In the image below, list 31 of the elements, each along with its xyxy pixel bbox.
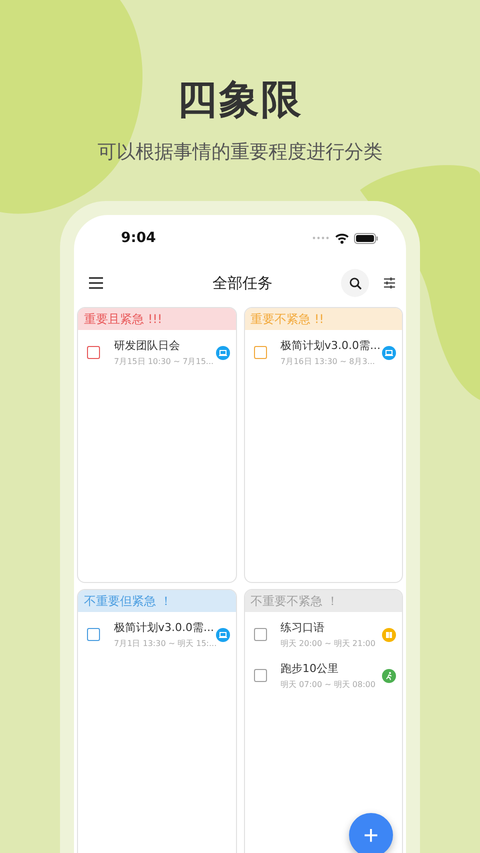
task-checkbox[interactable] (87, 346, 100, 359)
filter-button[interactable] (383, 277, 396, 289)
headline: 四象限 (177, 76, 303, 125)
nav-title: 全部任务 (212, 274, 274, 292)
task-checkbox[interactable] (254, 346, 266, 359)
menu-button[interactable] (88, 277, 104, 289)
task-checkbox[interactable] (254, 628, 266, 641)
task-title: 练习口语 (280, 620, 326, 635)
task-title: 研发团队日会 (114, 338, 181, 353)
wifi-icon (335, 232, 349, 244)
task-time: 7月16日 13:30 ~ 8月3... (280, 356, 376, 367)
quadrant-header: 不重要但紧急 ！ (78, 590, 236, 612)
task-time: 明天 20:00 ~ 明天 21:00 (280, 638, 376, 649)
task-checkbox[interactable] (254, 669, 266, 682)
quadrant-header: 重要且紧急 !!! (78, 308, 236, 330)
task-title: 极简计划v3.0.0需... (280, 338, 379, 353)
signal-icon (312, 236, 330, 240)
task-title: 极简计划v3.0.0需... (114, 620, 212, 635)
quadrant-header: 不重要不紧急 ！ (244, 590, 402, 612)
task-title: 跑步10公里 (280, 661, 340, 676)
search-icon (348, 276, 362, 290)
task-time: 7月15日 10:30 ~ 7月15... (114, 356, 212, 367)
task-time: 明天 07:00 ~ 明天 08:00 (280, 679, 376, 690)
menu-icon (88, 277, 104, 289)
search-button[interactable] (341, 269, 369, 297)
filter-icon (383, 277, 396, 289)
quadrant-header: 重要不紧急 !! (244, 308, 402, 330)
task-checkbox[interactable] (87, 628, 100, 641)
status-time: 9:04 (121, 230, 156, 246)
battery-icon (354, 232, 378, 244)
subtitle: 可以根据事情的重要程度进行分类 (98, 140, 382, 165)
